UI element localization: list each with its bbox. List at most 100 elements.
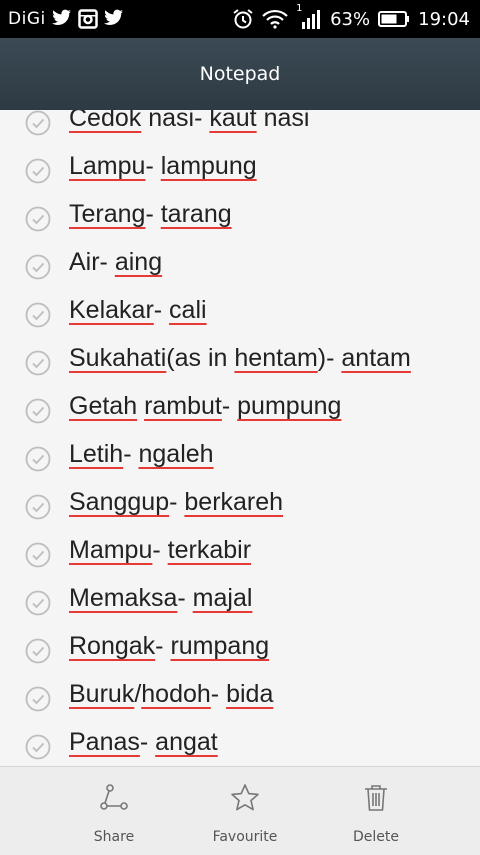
text-segment: Air- (69, 248, 115, 276)
misspelled-word: berkareh (184, 488, 284, 516)
list-item-text: Mampu- terkabir (69, 536, 251, 565)
list-item-text: Kelakar- cali (69, 296, 207, 325)
checkmark-icon[interactable] (25, 254, 51, 280)
list-item-text: Cedok nasi- kaut nasi (69, 110, 309, 133)
checkmark-icon[interactable] (25, 446, 51, 472)
list-item[interactable]: Mampu- terkabir (0, 530, 480, 578)
misspelled-word: Sanggup (69, 488, 170, 516)
list-item-text: Sanggup- berkareh (69, 488, 283, 517)
misspelled-word: angat (155, 728, 218, 756)
misspelled-word: cali (169, 296, 207, 324)
carrier-name: DiGi (8, 9, 46, 29)
text-segment: - (145, 200, 161, 228)
misspelled-word: majal (192, 584, 253, 612)
twitter-icon (52, 9, 71, 25)
list-item[interactable]: Kelakar- cali (0, 290, 480, 338)
misspelled-word: hodoh (141, 680, 211, 708)
text-segment: (as in (166, 344, 235, 372)
list-item[interactable]: Getah rambut- pumpung (0, 386, 480, 434)
delete-label: Delete (353, 829, 399, 845)
text-segment: - (169, 488, 185, 516)
list-item[interactable]: Buruk/hodoh- bida (0, 674, 480, 722)
misspelled-word: antam (341, 344, 411, 372)
checkmark-icon[interactable] (25, 350, 51, 376)
misspelled-word: Kelakar (69, 296, 154, 324)
text-segment: - (145, 152, 161, 180)
checkmark-icon[interactable] (25, 398, 51, 424)
battery-icon (378, 11, 410, 27)
list-item-text: Air- aing (69, 248, 162, 277)
text-segment: - (155, 632, 171, 660)
list-item-text: Getah rambut- pumpung (69, 392, 341, 421)
list-item[interactable]: Cedok nasi- kaut nasi (0, 110, 480, 146)
share-label: Share (93, 829, 135, 845)
text-segment: nasi (256, 110, 310, 132)
misspelled-word: Mampu (69, 536, 153, 564)
misspelled-word: ngaleh (138, 440, 214, 468)
battery-percent: 63% (330, 8, 371, 30)
misspelled-word: kaut (209, 110, 257, 132)
misspelled-word: Terang (69, 200, 146, 228)
share-button[interactable]: Share (54, 767, 174, 855)
list-item-text: Letih- ngaleh (69, 440, 214, 469)
list-item-text: Buruk/hodoh- bida (69, 680, 273, 709)
misspelled-word: lampung (160, 152, 257, 180)
misspelled-word: aing (114, 248, 163, 276)
list-item[interactable]: Sanggup- berkareh (0, 482, 480, 530)
text-segment: - (123, 440, 139, 468)
list-item[interactable]: Terang- tarang (0, 194, 480, 242)
checkmark-icon[interactable] (25, 110, 51, 136)
text-segment: - (153, 296, 170, 324)
checkmark-icon[interactable] (25, 542, 51, 568)
list-item-text: Memaksa- majal (69, 584, 252, 613)
misspelled-word: rambut (144, 392, 222, 420)
list-item[interactable]: Air- aing (0, 242, 480, 290)
checkmark-icon[interactable] (25, 686, 51, 712)
checkmark-icon[interactable] (25, 494, 51, 520)
text-segment: - (152, 536, 168, 564)
checkmark-icon[interactable] (25, 206, 51, 232)
favourite-button[interactable]: Favourite (185, 767, 305, 855)
misspelled-word: Buruk (69, 680, 135, 708)
list-item-text: Terang- tarang (69, 200, 232, 229)
bottom-action-bar: Share Favourite Delete (0, 766, 480, 855)
text-segment: - (177, 584, 193, 612)
checkmark-icon[interactable] (25, 302, 51, 328)
list-item[interactable]: Rongak- rumpang (0, 626, 480, 674)
text-segment: - (221, 392, 238, 420)
twitter-icon (104, 9, 123, 25)
checkmark-icon[interactable] (25, 734, 51, 760)
delete-button[interactable]: Delete (316, 767, 436, 855)
text-segment: - (210, 680, 227, 708)
instagram-icon (78, 9, 98, 29)
misspelled-word: Sukahati (69, 344, 167, 372)
misspelled-word: Lampu (69, 152, 146, 180)
clock: 19:04 (418, 8, 470, 30)
favourite-label: Favourite (212, 829, 278, 845)
list-item[interactable]: Lampu- lampung (0, 146, 480, 194)
alarm-icon (233, 9, 253, 29)
misspelled-word: pumpung (237, 392, 342, 420)
checkmark-icon[interactable] (25, 158, 51, 184)
text-segment: )- (317, 344, 342, 372)
list-item[interactable]: Sukahati(as in hentam)- antam (0, 338, 480, 386)
checkmark-icon[interactable] (25, 638, 51, 664)
trash-icon (365, 785, 387, 811)
misspelled-word: Memaksa (69, 584, 178, 612)
note-list[interactable]: Cedok nasi- kaut nasi Lampu- lampung Teran… (0, 110, 480, 766)
app-bar: Notepad (0, 38, 480, 110)
checkmark-icon[interactable] (25, 590, 51, 616)
star-icon (231, 784, 259, 811)
list-item[interactable]: Letih- ngaleh (0, 434, 480, 482)
text-segment: - (139, 728, 156, 756)
misspelled-word: bida (226, 680, 274, 708)
list-item-text: Rongak- rumpang (69, 632, 269, 661)
misspelled-word: tarang (160, 200, 232, 228)
list-item-text: Panas- angat (69, 728, 218, 757)
list-item[interactable]: Memaksa- majal (0, 578, 480, 626)
status-bar: DiGi 1 63% 19:04 (0, 0, 480, 38)
page-title: Notepad (199, 63, 281, 85)
misspelled-word: Panas (69, 728, 140, 756)
list-item[interactable]: Panas- angat (0, 722, 480, 766)
misspelled-word: hentam (234, 344, 318, 372)
